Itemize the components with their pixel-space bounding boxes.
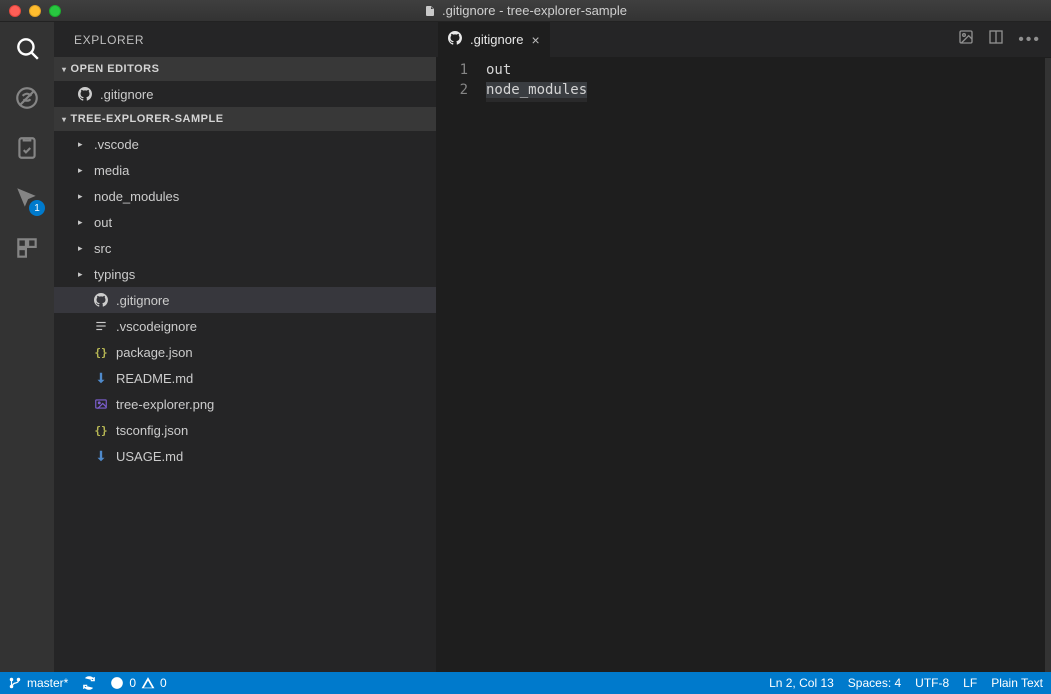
code-line: out bbox=[486, 62, 587, 82]
file-item[interactable]: tree-explorer.png bbox=[54, 391, 436, 417]
activity-debug[interactable] bbox=[11, 82, 43, 114]
traffic-zoom-icon[interactable] bbox=[49, 5, 61, 17]
open-changes-button[interactable] bbox=[958, 29, 974, 50]
search-icon bbox=[14, 35, 40, 61]
chevron-right-icon: ▸ bbox=[78, 139, 86, 150]
folder-item[interactable]: ▸ node_modules bbox=[54, 183, 436, 209]
json-icon: {} bbox=[94, 424, 108, 437]
open-editor-item[interactable]: .gitignore bbox=[54, 81, 436, 107]
image-icon bbox=[94, 397, 108, 411]
markdown-icon bbox=[94, 371, 108, 385]
status-problems[interactable]: 0 0 bbox=[110, 676, 166, 690]
status-branch[interactable]: master* bbox=[8, 676, 68, 690]
traffic-minimize-icon[interactable] bbox=[29, 5, 41, 17]
file-label: tsconfig.json bbox=[116, 423, 188, 438]
activity-files[interactable] bbox=[11, 132, 43, 164]
folder-label: src bbox=[94, 241, 111, 256]
status-indent[interactable]: Spaces: 4 bbox=[848, 676, 901, 690]
status-eol[interactable]: LF bbox=[963, 676, 977, 690]
section-label: OPEN EDITORS bbox=[71, 63, 160, 75]
editor-group: .gitignore × ••• 12 outnode_modules bbox=[436, 22, 1051, 672]
file-label: README.md bbox=[116, 371, 193, 386]
status-encoding[interactable]: UTF-8 bbox=[915, 676, 949, 690]
folder-item[interactable]: ▸ typings bbox=[54, 261, 436, 287]
file-item[interactable]: USAGE.md bbox=[54, 443, 436, 469]
activity-scm[interactable]: 1 bbox=[11, 182, 43, 214]
markdown-icon bbox=[94, 449, 108, 463]
status-language[interactable]: Plain Text bbox=[991, 676, 1043, 690]
editor-tab[interactable]: .gitignore × bbox=[438, 22, 551, 57]
editor-more-button[interactable]: ••• bbox=[1018, 31, 1041, 49]
folder-label: node_modules bbox=[94, 189, 179, 204]
sync-icon bbox=[82, 676, 96, 690]
github-icon bbox=[78, 87, 92, 101]
folder-item[interactable]: ▸ src bbox=[54, 235, 436, 261]
chevron-right-icon: ▸ bbox=[78, 217, 86, 228]
file-label: .gitignore bbox=[116, 293, 169, 308]
text-editor[interactable]: 12 outnode_modules bbox=[436, 58, 1051, 672]
git-branch-icon bbox=[8, 676, 22, 690]
section-project[interactable]: ▾ TREE-EXPLORER-SAMPLE bbox=[54, 107, 436, 131]
file-label: USAGE.md bbox=[116, 449, 183, 464]
chevron-down-icon: ▾ bbox=[62, 65, 67, 74]
github-icon bbox=[94, 293, 108, 307]
text-icon bbox=[94, 319, 108, 333]
activity-bar: 1 bbox=[0, 22, 54, 672]
editor-tabs: .gitignore × ••• bbox=[436, 22, 1051, 58]
file-item[interactable]: README.md bbox=[54, 365, 436, 391]
bug-slash-icon bbox=[14, 85, 40, 111]
activity-explorer[interactable] bbox=[11, 32, 43, 64]
warning-icon bbox=[141, 676, 155, 690]
section-label: TREE-EXPLORER-SAMPLE bbox=[71, 113, 224, 125]
file-item[interactable]: {} package.json bbox=[54, 339, 436, 365]
scm-badge: 1 bbox=[29, 200, 45, 216]
clipboard-icon bbox=[14, 135, 40, 161]
section-open-editors[interactable]: ▾ OPEN EDITORS bbox=[54, 57, 436, 81]
file-item[interactable]: .gitignore bbox=[54, 287, 436, 313]
chevron-right-icon: ▸ bbox=[78, 269, 86, 280]
branch-name: master* bbox=[27, 676, 68, 690]
folder-label: out bbox=[94, 215, 112, 230]
folder-label: typings bbox=[94, 267, 135, 282]
file-label: .vscodeignore bbox=[116, 319, 197, 334]
line-number: 1 bbox=[436, 62, 486, 82]
github-icon bbox=[448, 31, 462, 48]
window-titlebar: .gitignore - tree-explorer-sample bbox=[0, 0, 1051, 22]
status-bar: master* 0 0 Ln 2, Col 13 Spaces: 4 UTF-8… bbox=[0, 672, 1051, 694]
file-item[interactable]: {} tsconfig.json bbox=[54, 417, 436, 443]
folder-item[interactable]: ▸ .vscode bbox=[54, 131, 436, 157]
status-sync[interactable] bbox=[82, 676, 96, 690]
file-label: tree-explorer.png bbox=[116, 397, 214, 412]
warning-count: 0 bbox=[160, 676, 167, 690]
folder-label: .vscode bbox=[94, 137, 139, 152]
error-icon bbox=[110, 676, 124, 690]
activity-extensions[interactable] bbox=[11, 232, 43, 264]
traffic-close-icon[interactable] bbox=[9, 5, 21, 17]
minimap-scrollbar[interactable] bbox=[1045, 58, 1051, 672]
close-icon[interactable]: × bbox=[531, 32, 539, 48]
folder-item[interactable]: ▸ media bbox=[54, 157, 436, 183]
file-label: package.json bbox=[116, 345, 193, 360]
window-title: .gitignore - tree-explorer-sample bbox=[442, 3, 627, 18]
json-icon: {} bbox=[94, 346, 108, 359]
code-line: node_modules bbox=[486, 82, 587, 102]
file-label: .gitignore bbox=[100, 87, 153, 102]
error-count: 0 bbox=[129, 676, 136, 690]
chevron-right-icon: ▸ bbox=[78, 243, 86, 254]
file-icon bbox=[424, 4, 436, 18]
status-cursor[interactable]: Ln 2, Col 13 bbox=[769, 676, 834, 690]
explorer-sidebar: EXPLORER ▾ OPEN EDITORS .gitignore ▾ TRE… bbox=[54, 22, 436, 672]
chevron-down-icon: ▾ bbox=[62, 115, 67, 124]
folder-item[interactable]: ▸ out bbox=[54, 209, 436, 235]
extensions-icon bbox=[14, 235, 40, 261]
tab-label: .gitignore bbox=[470, 32, 523, 47]
chevron-right-icon: ▸ bbox=[78, 165, 86, 176]
split-editor-button[interactable] bbox=[988, 29, 1004, 50]
chevron-right-icon: ▸ bbox=[78, 191, 86, 202]
sidebar-title: EXPLORER bbox=[54, 22, 436, 57]
file-item[interactable]: .vscodeignore bbox=[54, 313, 436, 339]
line-number: 2 bbox=[436, 82, 486, 102]
folder-label: media bbox=[94, 163, 129, 178]
